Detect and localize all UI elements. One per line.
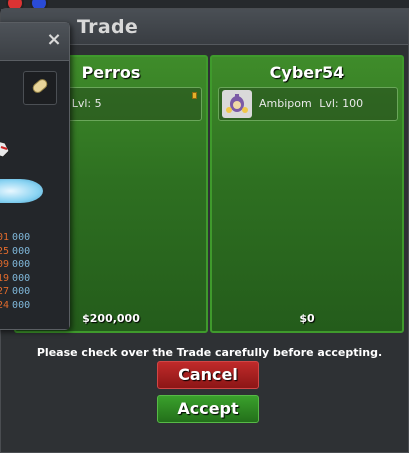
item-slot[interactable] <box>23 71 57 105</box>
offered-pokemon-slot-right[interactable]: Ambipom Lvl: 100 <box>218 87 398 121</box>
trade-panel-right: Cyber54 Ambipom Lvl: 100 $0 <box>210 55 404 333</box>
pokemon-level: Lvl: 5 <box>71 97 102 110</box>
overlapping-side-window: × 01 000 25 000 09 000 19 000 27 000 24 000 <box>0 22 70 330</box>
close-icon[interactable]: × <box>45 31 63 49</box>
game-screen: Trade Perros agikarp Lvl: 5 $200,000 Cyb… <box>0 0 409 453</box>
cancel-button[interactable]: Cancel <box>157 361 259 389</box>
stat-row: 27 000 <box>0 286 31 297</box>
stat-row: 24 000 <box>0 299 31 311</box>
stat-row: 19 000 <box>0 272 31 284</box>
stat-row: 25 000 <box>0 245 31 257</box>
held-item-icon <box>192 92 197 99</box>
side-window-titlebar[interactable]: × <box>0 23 69 61</box>
pokemon-sprite-icon <box>222 90 252 118</box>
pokemon-name: Ambipom <box>259 97 312 110</box>
trade-notice: Please check over the Trade carefully be… <box>36 346 383 359</box>
money-offer-right: $0 <box>299 312 315 325</box>
flute-item-icon <box>30 77 50 95</box>
pokemon-level: Lvl: 100 <box>319 97 364 110</box>
pokemon-info-right: Ambipom Lvl: 100 <box>259 97 363 110</box>
stats-list: 01 000 25 000 09 000 19 000 27 000 24 000 <box>0 231 47 312</box>
accept-button[interactable]: Accept <box>157 395 259 423</box>
stat-row: 09 000 <box>0 259 31 270</box>
stat-row: 01 000 <box>0 232 31 243</box>
trader-name-right: Cyber54 <box>269 63 345 82</box>
side-window-body: 01 000 25 000 09 000 19 000 27 000 24 000 <box>0 61 69 329</box>
trade-title: Trade <box>77 16 139 38</box>
